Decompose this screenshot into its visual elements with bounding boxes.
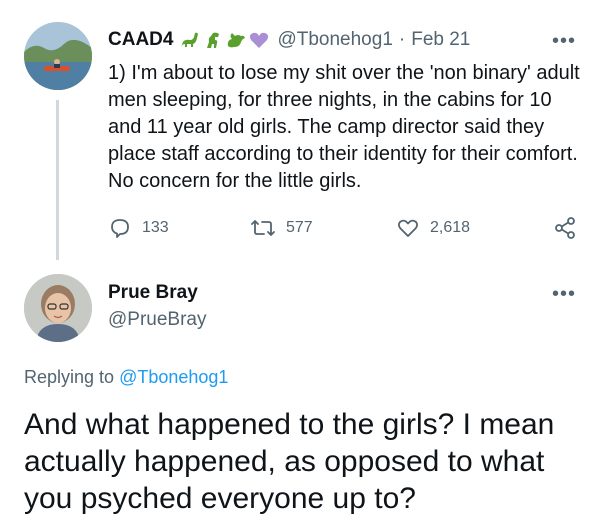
retweet-count: 577: [286, 219, 313, 236]
like-count: 2,618: [430, 219, 471, 236]
tweet-date[interactable]: Feb 21: [411, 29, 470, 51]
replying-prefix: Replying to: [24, 367, 115, 387]
tweet-header: CAAD4 @Tbonehog1 · Feb 21: [108, 27, 558, 53]
purple-heart-emoji: [250, 32, 269, 48]
reply-more-options-icon[interactable]: •••: [552, 283, 576, 306]
more-options-icon[interactable]: •••: [552, 30, 576, 53]
display-name[interactable]: CAAD4: [108, 29, 173, 51]
reply-avatar[interactable]: [24, 274, 92, 342]
replying-to: Replying to @Tbonehog1: [24, 367, 228, 388]
reply-handle[interactable]: @PrueBray: [108, 309, 207, 331]
like-button[interactable]: 2,618: [396, 216, 470, 240]
t-rex-emoji: [207, 32, 220, 48]
reply-display-name[interactable]: Prue Bray: [108, 282, 198, 304]
separator: ·: [398, 29, 406, 50]
share-button[interactable]: [553, 216, 587, 240]
reply-button[interactable]: 133: [108, 216, 169, 240]
sauropod-emoji: [181, 32, 199, 47]
replying-handle-link[interactable]: @Tbonehog1: [119, 367, 228, 387]
avatar[interactable]: [24, 22, 92, 90]
share-icon: [555, 217, 575, 239]
reply-avatar-photo: [24, 274, 92, 342]
dragon-emoji: [228, 33, 246, 48]
like-icon: [397, 219, 419, 237]
retweet-button[interactable]: 577: [250, 216, 313, 240]
reply-icon: [111, 219, 129, 238]
name-emojis: [179, 31, 269, 49]
avatar-photo: [24, 22, 92, 90]
reply-count: 133: [142, 219, 169, 236]
handle[interactable]: @Tbonehog1: [277, 29, 392, 51]
thread-line: [56, 100, 59, 260]
retweet-icon: [251, 220, 275, 236]
reply-text: And what happened to the girls? I mean a…: [24, 408, 555, 515]
tweet-text: 1) I'm about to lose my shit over the 'n…: [108, 62, 580, 192]
